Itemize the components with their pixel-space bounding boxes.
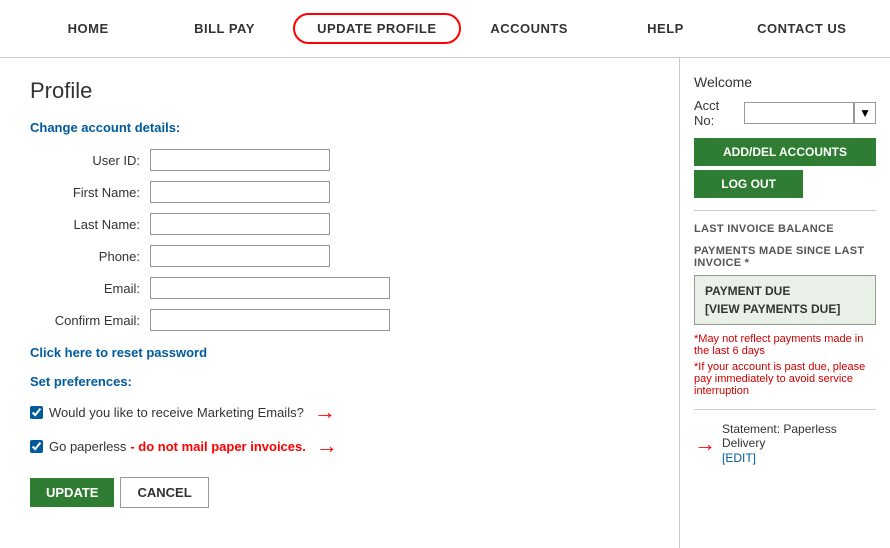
- right-panel: Welcome Acct No: ▼ ADD/DEL ACCOUNTS LOG …: [680, 58, 890, 548]
- phone-label: Phone:: [30, 249, 150, 264]
- email-row: Email:: [30, 277, 649, 299]
- user-id-row: User ID:: [30, 149, 649, 171]
- nav-accounts[interactable]: ACCOUNTS: [461, 21, 597, 36]
- last-name-input[interactable]: [150, 213, 330, 235]
- reset-password-link[interactable]: Click here to reset password: [30, 345, 649, 360]
- confirm-email-label: Confirm Email:: [30, 313, 150, 328]
- page-title: Profile: [30, 78, 649, 104]
- divider-2: [694, 409, 876, 410]
- main-layout: Profile Change account details: User ID:…: [0, 58, 890, 548]
- confirm-email-input[interactable]: [150, 309, 390, 331]
- left-panel: Profile Change account details: User ID:…: [0, 58, 680, 548]
- update-button[interactable]: UPDATE: [30, 478, 114, 507]
- first-name-label: First Name:: [30, 185, 150, 200]
- set-preferences-heading: Set preferences:: [30, 374, 649, 389]
- logout-button[interactable]: LOG OUT: [694, 170, 803, 198]
- paperless-row: Go paperless - do not mail paper invoice…: [30, 433, 649, 459]
- payment-due-box: PAYMENT DUE [VIEW PAYMENTS DUE]: [694, 275, 876, 325]
- acct-label: Acct No:: [694, 98, 740, 128]
- arrow-right-icon: →: [694, 431, 716, 457]
- payment-due-title: PAYMENT DUE: [705, 284, 865, 298]
- first-name-input[interactable]: [150, 181, 330, 203]
- user-id-label: User ID:: [30, 153, 150, 168]
- statement-row: → Statement: Paperless Delivery [EDIT]: [694, 422, 876, 465]
- phone-row: Phone:: [30, 245, 649, 267]
- confirm-email-row: Confirm Email:: [30, 309, 649, 331]
- statement-info: Statement: Paperless Delivery [EDIT]: [722, 422, 876, 465]
- payments-since-label: PAYMENTS MADE SINCE LAST INVOICE *: [694, 245, 876, 269]
- user-id-input[interactable]: [150, 149, 330, 171]
- phone-input[interactable]: [150, 245, 330, 267]
- paperless-checkbox[interactable]: [30, 440, 43, 453]
- acct-select-button[interactable]: ▼: [854, 102, 876, 124]
- change-account-heading: Change account details:: [30, 120, 649, 135]
- note-1: *May not reflect payments made in the la…: [694, 333, 876, 357]
- last-name-label: Last Name:: [30, 217, 150, 232]
- email-input[interactable]: [150, 277, 390, 299]
- nav-help[interactable]: HELP: [597, 21, 733, 36]
- last-name-row: Last Name:: [30, 213, 649, 235]
- divider-1: [694, 210, 876, 211]
- button-row: UPDATE CANCEL: [30, 477, 649, 508]
- paperless-warning-text: - do not mail paper invoices.: [130, 439, 306, 454]
- statement-text: Statement: Paperless Delivery: [722, 422, 876, 450]
- acct-number-input[interactable]: [744, 102, 854, 124]
- welcome-text: Welcome: [694, 74, 876, 90]
- paperless-label: Go paperless: [49, 439, 126, 454]
- view-payments-link[interactable]: [VIEW PAYMENTS DUE]: [705, 302, 865, 316]
- cancel-button[interactable]: CANCEL: [120, 477, 208, 508]
- arrow-left-icon-marketing: →: [314, 399, 336, 425]
- arrow-left-icon-paperless: →: [316, 433, 338, 459]
- note-2: *If your account is past due, please pay…: [694, 361, 876, 397]
- last-invoice-label: LAST INVOICE BALANCE: [694, 223, 876, 235]
- first-name-row: First Name:: [30, 181, 649, 203]
- nav-home[interactable]: HOME: [20, 21, 156, 36]
- marketing-emails-label: Would you like to receive Marketing Emai…: [49, 405, 304, 420]
- add-del-accounts-button[interactable]: ADD/DEL ACCOUNTS: [694, 138, 876, 166]
- email-label: Email:: [30, 281, 150, 296]
- nav-bill-pay[interactable]: BILL PAY: [156, 21, 292, 36]
- nav-update-profile[interactable]: UPDATE PROFILE: [293, 13, 461, 44]
- acct-row: Acct No: ▼: [694, 98, 876, 128]
- marketing-emails-checkbox[interactable]: [30, 406, 43, 419]
- edit-link[interactable]: [EDIT]: [722, 451, 756, 465]
- marketing-emails-row: Would you like to receive Marketing Emai…: [30, 399, 649, 425]
- nav-contact-us[interactable]: CONTACT US: [734, 21, 870, 36]
- main-nav: HOME BILL PAY UPDATE PROFILE ACCOUNTS HE…: [0, 0, 890, 58]
